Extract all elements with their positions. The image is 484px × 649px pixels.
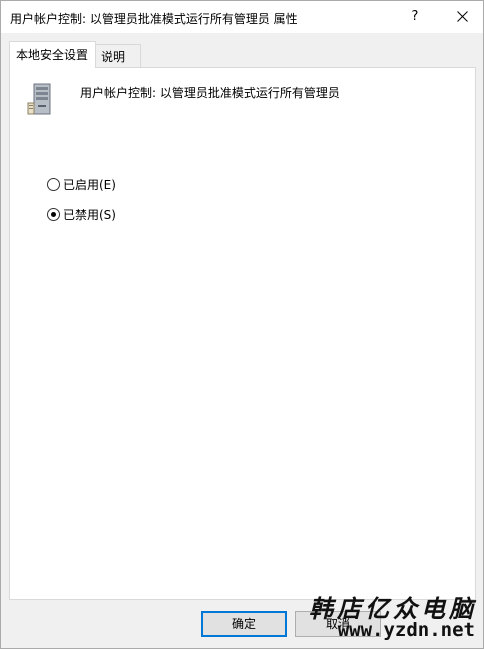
radio-disabled-label[interactable]: 已禁用(S) <box>63 206 116 223</box>
radio-circle-selected[interactable] <box>47 208 60 221</box>
title-bar[interactable]: 用户帐户控制: 以管理员批准模式运行所有管理员 属性 ? <box>1 1 483 33</box>
help-button[interactable]: ? <box>405 1 425 33</box>
tab-panel: 用户帐户控制: 以管理员批准模式运行所有管理员 已启用(E) 已禁用(S) <box>9 67 476 600</box>
radio-enabled-label[interactable]: 已启用(E) <box>63 176 116 193</box>
watermark-url: www.yzdn.net <box>337 619 475 641</box>
close-icon <box>457 11 468 22</box>
window-title: 用户帐户控制: 以管理员批准模式运行所有管理员 属性 <box>10 12 298 26</box>
properties-dialog: 用户帐户控制: 以管理员批准模式运行所有管理员 属性 ? 本地安全设置 说明 用… <box>0 0 484 649</box>
server-icon <box>23 81 59 117</box>
close-button[interactable] <box>445 1 481 33</box>
ok-button[interactable]: 确定 <box>201 611 287 637</box>
watermark: 韩店亿众电脑 www.yzdn.net <box>291 589 481 645</box>
policy-name: 用户帐户控制: 以管理员批准模式运行所有管理员 <box>80 86 340 100</box>
tab-explain[interactable]: 说明 <box>95 44 141 68</box>
radio-circle[interactable] <box>47 178 60 191</box>
tab-local-security-setting[interactable]: 本地安全设置 <box>9 41 96 68</box>
